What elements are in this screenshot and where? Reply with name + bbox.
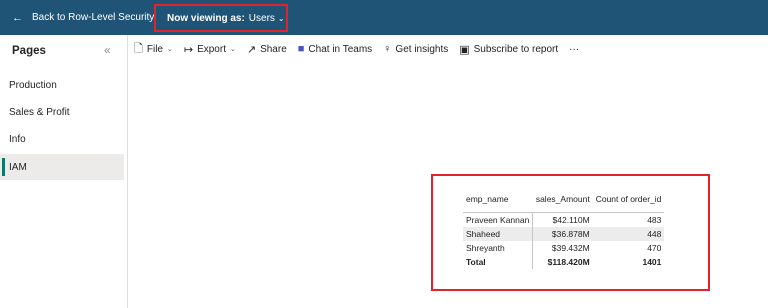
back-link-label: Back to Row-Level Security (32, 12, 155, 23)
export-label: Export (197, 43, 226, 55)
table-header-row: emp_name sales_Amount Count of order_id (463, 194, 665, 213)
cell-emp-name: Shreyanth (463, 241, 534, 255)
column-header-emp-name[interactable]: emp_name (463, 194, 533, 213)
teams-icon: ■ (297, 43, 305, 55)
export-menu-button[interactable]: ↦ Export ⌄ (184, 43, 236, 56)
table-visual[interactable]: emp_name sales_Amount Count of order_id … (431, 174, 710, 291)
table-total-row: Total $118.420M 1401 (463, 255, 664, 269)
cell-sales-amount: $42.110M (552, 215, 590, 225)
file-menu-button[interactable]: 🗋 File ⌄ (134, 40, 173, 59)
table-row: Shaheed $36.878M 448 (463, 227, 665, 241)
chevron-down-icon: ⌄ (277, 13, 285, 23)
table-row: Shreyanth $39.432M 470 (463, 241, 664, 255)
insights-label: Get insights (395, 43, 449, 55)
cell-total-sales-amount: $118.420M (547, 257, 590, 267)
page-item-label: IAM (9, 161, 27, 173)
page-item-production[interactable]: Production (0, 72, 124, 98)
collapse-pane-icon[interactable]: « (104, 43, 111, 57)
viewing-as-dropdown[interactable]: Now viewing as: Users ⌄ (154, 4, 288, 32)
cell-total-label: Total (463, 255, 534, 269)
get-insights-button[interactable]: ♀ Get insights (383, 43, 448, 55)
page-item-iam[interactable]: IAM (0, 154, 124, 180)
file-icon: 🗋 (134, 42, 143, 55)
cell-emp-name: Shaheed (463, 227, 534, 241)
cell-sales-amount: $36.878M (532, 227, 593, 241)
cell-emp-name: Praveen Kannan (463, 212, 534, 227)
subscribe-icon: ▣ (459, 43, 470, 56)
cell-total-order-count: 1401 (642, 257, 662, 267)
back-to-rls-link[interactable]: ← Back to Row-Level Security (12, 0, 154, 35)
chat-in-teams-button[interactable]: ■ Chat in Teams (298, 43, 372, 55)
column-header-order-count[interactable]: Count of order_id (592, 194, 665, 213)
subscribe-button[interactable]: ▣ Subscribe to report (459, 43, 558, 56)
back-arrow-icon: ← (12, 11, 23, 24)
chat-label: Chat in Teams (308, 43, 373, 55)
chevron-down-icon: ⌄ (229, 46, 236, 53)
cell-order-count: 448 (592, 227, 665, 241)
chevron-down-icon: ⌄ (166, 46, 173, 53)
lightbulb-icon: ♀ (383, 43, 392, 55)
viewing-as-role: Users (248, 12, 275, 24)
page-item-sales-profit[interactable]: Sales & Profit (0, 99, 124, 125)
share-label: Share (260, 43, 287, 55)
cell-order-count: 470 (647, 243, 662, 253)
report-toolbar: 🗋 File ⌄ ↦ Export ⌄ ↗ Share ■ Chat in Te… (128, 35, 768, 63)
pages-pane: Pages « Production Sales & Profit Info I… (0, 35, 128, 308)
page-item-label: Sales & Profit (9, 106, 70, 118)
export-icon: ↦ (183, 43, 194, 56)
column-header-sales-amount[interactable]: sales_Amount (532, 194, 593, 213)
pages-pane-title: Pages (12, 45, 46, 57)
cell-sales-amount: $39.432M (551, 243, 590, 253)
subscribe-label: Subscribe to report (473, 43, 559, 55)
page-item-label: Info (9, 133, 26, 145)
file-label: File (146, 43, 163, 55)
data-table: emp_name sales_Amount Count of order_id … (463, 194, 665, 269)
share-button[interactable]: ↗ Share (247, 43, 287, 56)
top-bar: ← Back to Row-Level Security Now viewing… (0, 0, 768, 35)
table-row: Praveen Kannan $42.110M 483 (463, 212, 664, 227)
page-item-label: Production (9, 79, 57, 91)
more-options-icon: ··· (569, 43, 580, 55)
cell-order-count: 483 (647, 215, 662, 225)
more-options-button[interactable]: ··· (569, 44, 579, 55)
share-icon: ↗ (246, 43, 257, 56)
page-item-info[interactable]: Info (0, 126, 124, 152)
viewing-as-prefix: Now viewing as: (167, 12, 245, 24)
